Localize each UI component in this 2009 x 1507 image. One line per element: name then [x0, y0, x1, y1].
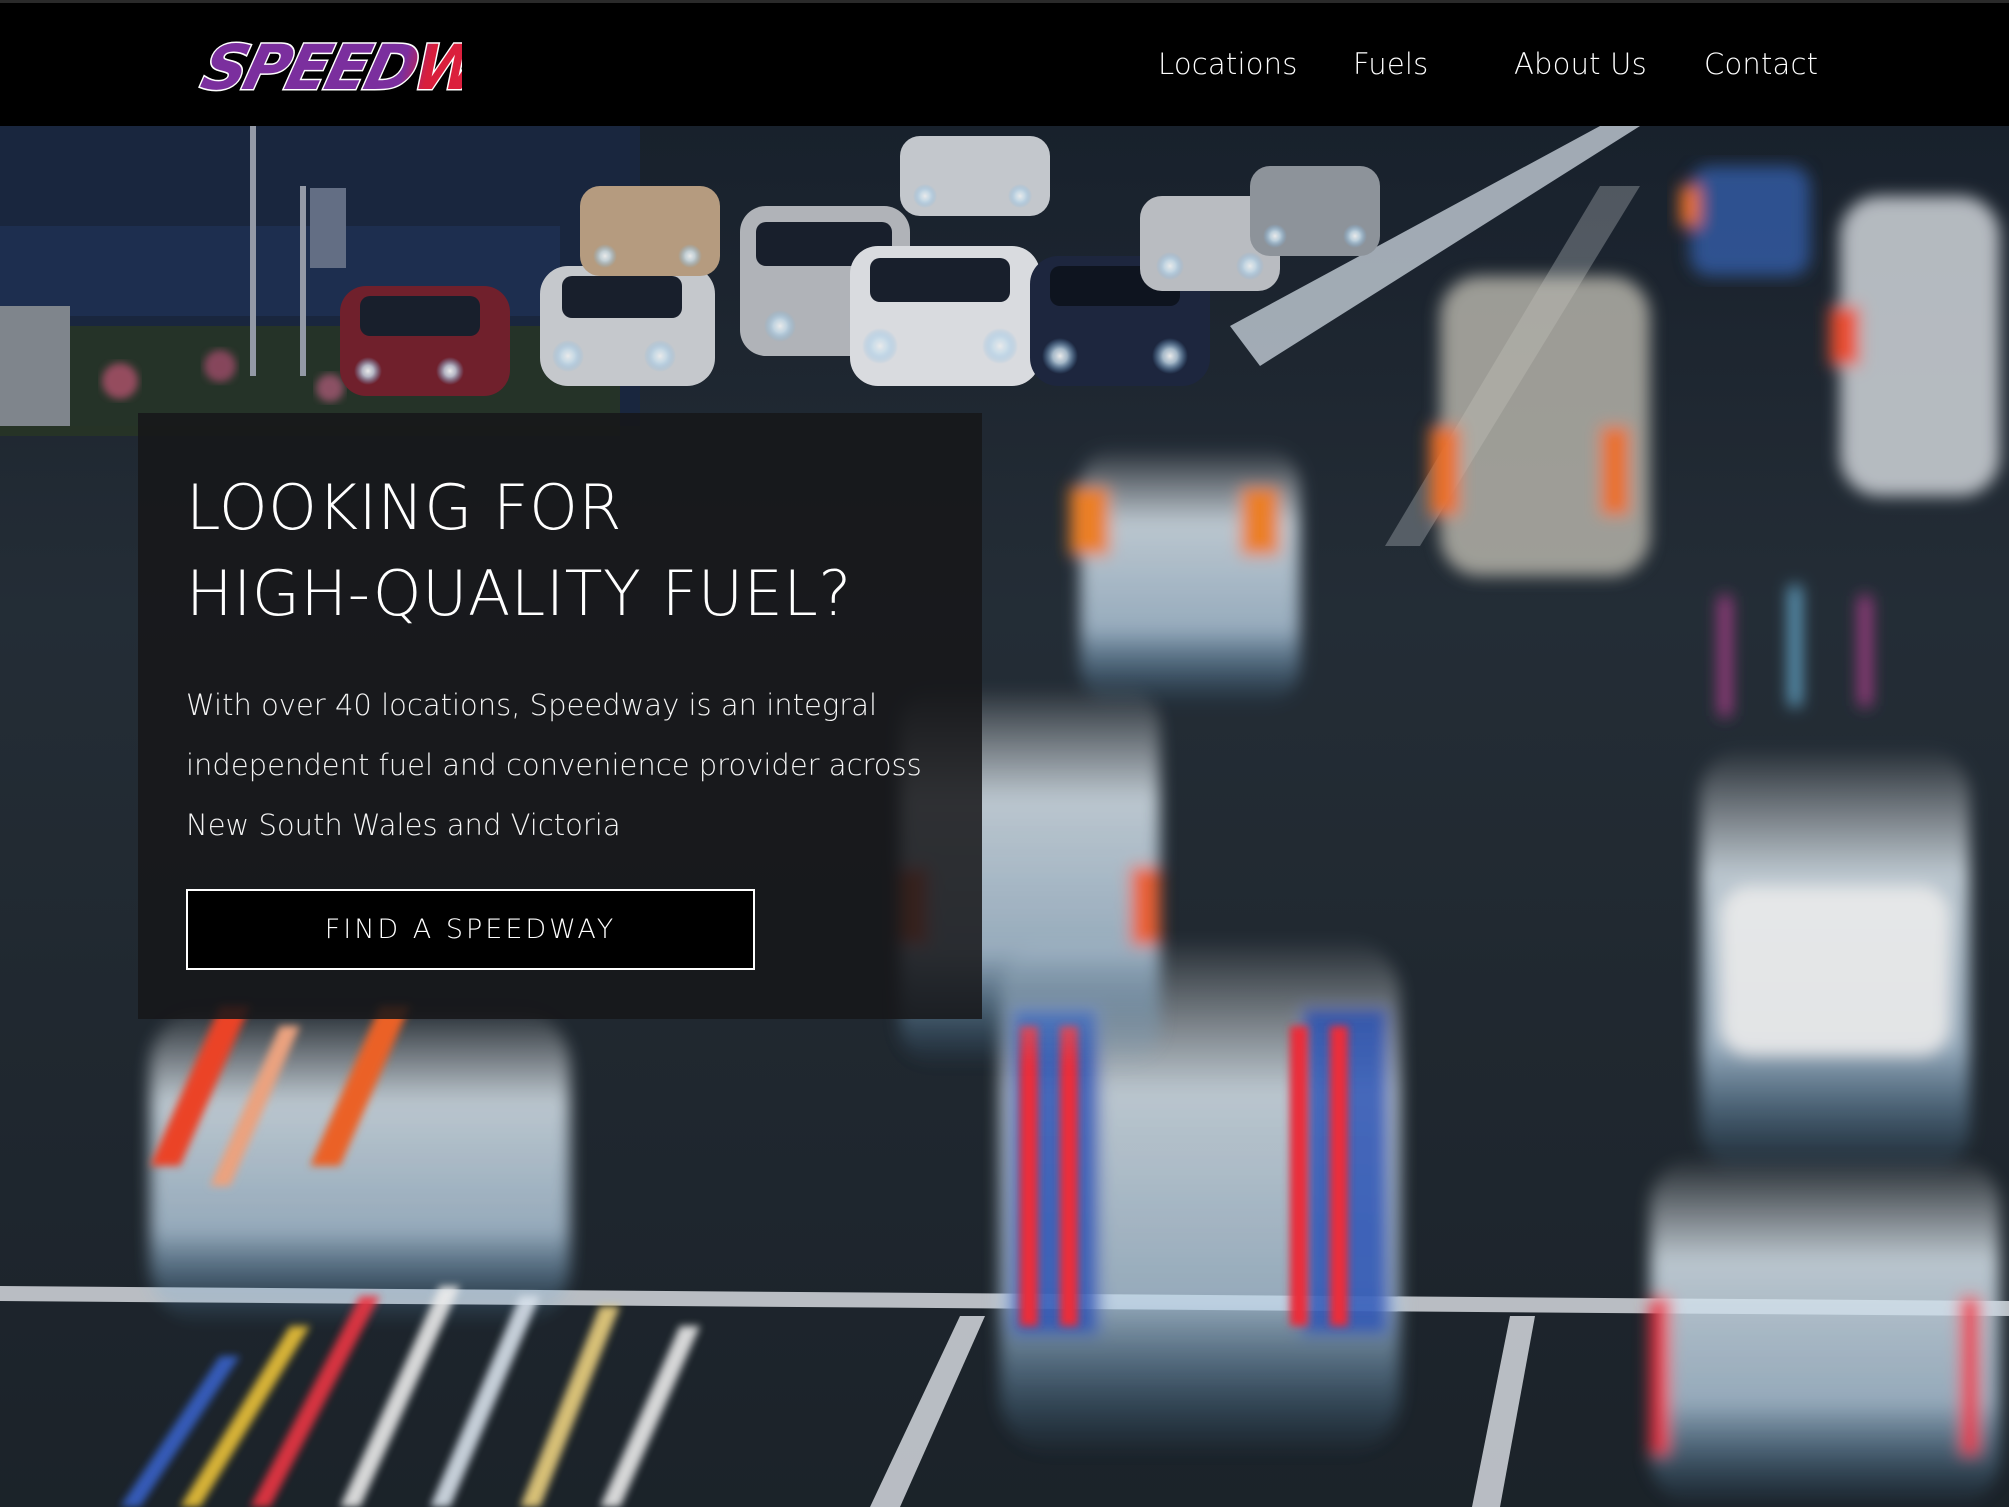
nav-locations[interactable]: Locations [1158, 47, 1298, 81]
description-line-2: independent fuel and convenience provide… [186, 748, 922, 782]
site-header: SPEEDWAY Locations Fuels About Us Contac… [0, 0, 2009, 126]
logo-text: SPEEDWAY [195, 32, 462, 101]
headline-line-2: HIGH-QUALITY FUEL? [186, 557, 852, 630]
hero-headline: LOOKING FOR HIGH-QUALITY FUEL? [186, 465, 852, 637]
speedway-logo-graphic: SPEEDWAY [193, 30, 576, 105]
find-a-speedway-button[interactable]: FIND A SPEEDWAY [186, 889, 755, 970]
hero-card: LOOKING FOR HIGH-QUALITY FUEL? With over… [138, 413, 982, 1019]
hero-description: With over 40 locations, Speedway is an i… [186, 675, 946, 855]
speedway-logo[interactable]: SPEEDWAY [192, 27, 576, 105]
nav-contact[interactable]: Contact [1704, 47, 1818, 81]
description-line-1: With over 40 locations, Speedway is an i… [186, 688, 878, 722]
page: SPEEDWAY Locations Fuels About Us Contac… [0, 0, 2009, 1507]
nav-about-us[interactable]: About Us [1514, 47, 1647, 81]
description-line-3: New South Wales and Victoria [186, 808, 621, 842]
nav-fuels[interactable]: Fuels [1353, 47, 1428, 81]
headline-line-1: LOOKING FOR [186, 471, 623, 544]
